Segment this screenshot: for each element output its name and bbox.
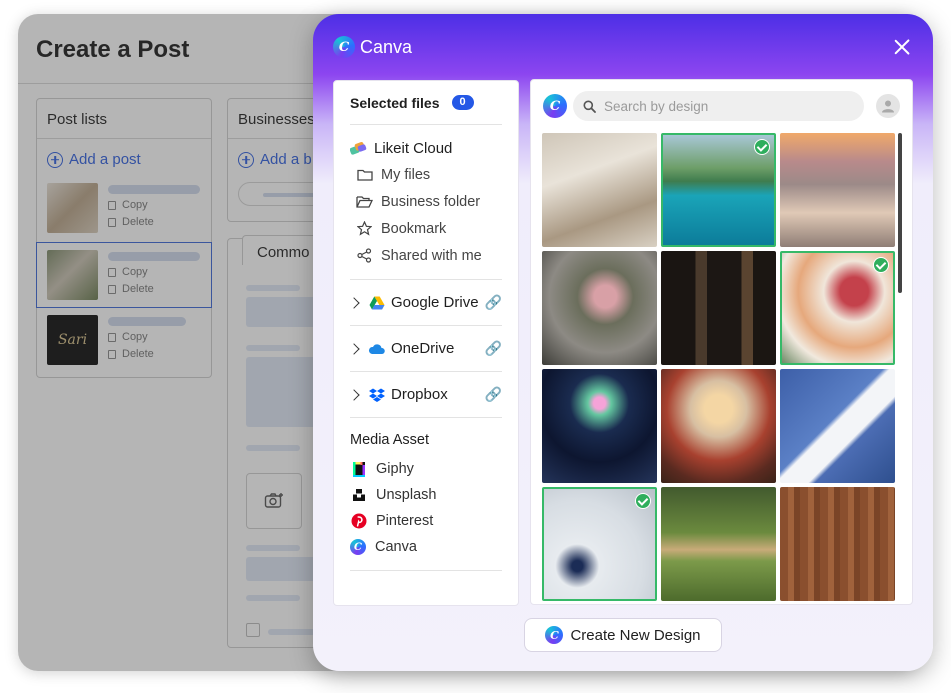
design-thumbnail[interactable] bbox=[780, 487, 895, 601]
check-icon bbox=[754, 139, 770, 155]
design-browser: C bbox=[530, 79, 913, 605]
dropbox-item[interactable]: Dropbox 🔗 bbox=[348, 372, 502, 418]
sidebar-item-label: My files bbox=[381, 166, 431, 183]
link-icon[interactable]: 🔗 bbox=[485, 294, 502, 311]
sidebar-item-my-files[interactable]: My files bbox=[350, 161, 502, 188]
search-icon bbox=[583, 100, 596, 113]
canva-logo-icon: C bbox=[545, 626, 564, 644]
sidebar-item-label: Unsplash bbox=[376, 487, 437, 503]
sidebar-item-shared-with-me[interactable]: Shared with me bbox=[350, 242, 502, 269]
google-drive-item[interactable]: Google Drive 🔗 bbox=[348, 280, 502, 326]
giphy-icon bbox=[350, 461, 367, 478]
sidebar-item-label: Bookmark bbox=[381, 220, 447, 237]
likeit-cloud-icon bbox=[350, 140, 367, 157]
search-input[interactable] bbox=[604, 98, 854, 114]
user-avatar[interactable] bbox=[876, 94, 900, 118]
design-thumbnail[interactable] bbox=[780, 369, 895, 483]
media-asset-title: Media Asset bbox=[350, 432, 429, 448]
user-icon bbox=[882, 100, 894, 113]
design-thumbnail-selected[interactable] bbox=[661, 133, 776, 247]
onedrive-label: OneDrive bbox=[391, 340, 455, 357]
dropbox-label: Dropbox bbox=[391, 386, 448, 403]
selected-count-badge: 0 bbox=[451, 95, 474, 110]
design-thumbnail[interactable] bbox=[661, 251, 776, 365]
star-icon bbox=[356, 220, 373, 237]
design-thumbnail[interactable] bbox=[780, 133, 895, 247]
canva-modal: C Canva Selected files 0 Likeit Cloud My… bbox=[313, 14, 933, 671]
google-drive-icon bbox=[368, 294, 385, 311]
chevron-right-icon bbox=[348, 388, 360, 401]
check-icon bbox=[635, 493, 651, 509]
onedrive-icon bbox=[368, 340, 385, 357]
link-icon[interactable]: 🔗 bbox=[485, 340, 502, 357]
sidebar-item-business-folder[interactable]: Business folder bbox=[350, 188, 502, 215]
sidebar-item-giphy[interactable]: Giphy bbox=[350, 456, 502, 482]
modal-header: C Canva bbox=[313, 14, 933, 80]
design-thumbnail-selected[interactable] bbox=[542, 487, 657, 601]
media-asset-section: Media Asset Giphy Unsplash Pinterest C C… bbox=[350, 432, 502, 571]
design-thumbnail[interactable] bbox=[661, 369, 776, 483]
search-bar: C bbox=[531, 80, 912, 132]
create-new-design-button[interactable]: C Create New Design bbox=[524, 618, 722, 652]
sidebar-item-label: Pinterest bbox=[376, 513, 434, 529]
share-icon bbox=[356, 247, 373, 264]
sidebar-item-canva[interactable]: C Canva bbox=[350, 534, 502, 560]
screen: Create a Post Post lists Add a post Copy… bbox=[0, 0, 951, 693]
unsplash-icon bbox=[350, 487, 367, 504]
close-icon[interactable] bbox=[891, 36, 913, 58]
sidebar-item-label: Business folder bbox=[381, 193, 481, 210]
chevron-right-icon bbox=[348, 296, 360, 309]
canva-logo-icon: C bbox=[333, 36, 355, 58]
sidebar-item-pinterest[interactable]: Pinterest bbox=[350, 508, 502, 534]
sidebar-item-label: Canva bbox=[375, 539, 417, 555]
design-thumbnail[interactable] bbox=[542, 251, 657, 365]
sidebar-item-bookmark[interactable]: Bookmark bbox=[350, 215, 502, 242]
grid-scrollbar[interactable] bbox=[898, 133, 902, 293]
link-icon[interactable]: 🔗 bbox=[485, 386, 502, 403]
check-icon bbox=[873, 257, 889, 273]
design-thumbnail[interactable] bbox=[542, 369, 657, 483]
dropbox-icon bbox=[368, 386, 385, 403]
sidebar-item-unsplash[interactable]: Unsplash bbox=[350, 482, 502, 508]
open-folder-icon bbox=[356, 193, 373, 210]
sidebar-item-label: Giphy bbox=[376, 461, 414, 477]
canva-logo-icon: C bbox=[543, 94, 567, 118]
pinterest-icon bbox=[350, 513, 367, 530]
selected-files-label: Selected files bbox=[350, 94, 440, 111]
sidebar-item-label: Shared with me bbox=[381, 247, 482, 264]
canva-icon: C bbox=[350, 539, 366, 555]
selected-files-header: Selected files 0 bbox=[350, 81, 502, 125]
design-thumbnail-selected[interactable] bbox=[780, 251, 895, 365]
google-drive-label: Google Drive bbox=[391, 294, 479, 311]
chevron-right-icon bbox=[348, 342, 360, 355]
design-grid bbox=[542, 133, 895, 601]
design-thumbnail[interactable] bbox=[542, 133, 657, 247]
design-thumbnail[interactable] bbox=[661, 487, 776, 601]
onedrive-item[interactable]: OneDrive 🔗 bbox=[348, 326, 502, 372]
modal-title: Canva bbox=[360, 36, 413, 57]
folder-icon bbox=[356, 166, 373, 183]
likeit-cloud-section: Likeit Cloud My files Business folder Bo… bbox=[350, 125, 502, 280]
search-box[interactable] bbox=[573, 91, 864, 121]
likeit-cloud-label: Likeit Cloud bbox=[374, 139, 453, 157]
create-new-design-label: Create New Design bbox=[570, 626, 701, 644]
likeit-cloud-item[interactable]: Likeit Cloud bbox=[350, 135, 502, 161]
source-sidebar: Selected files 0 Likeit Cloud My files B… bbox=[333, 80, 519, 606]
